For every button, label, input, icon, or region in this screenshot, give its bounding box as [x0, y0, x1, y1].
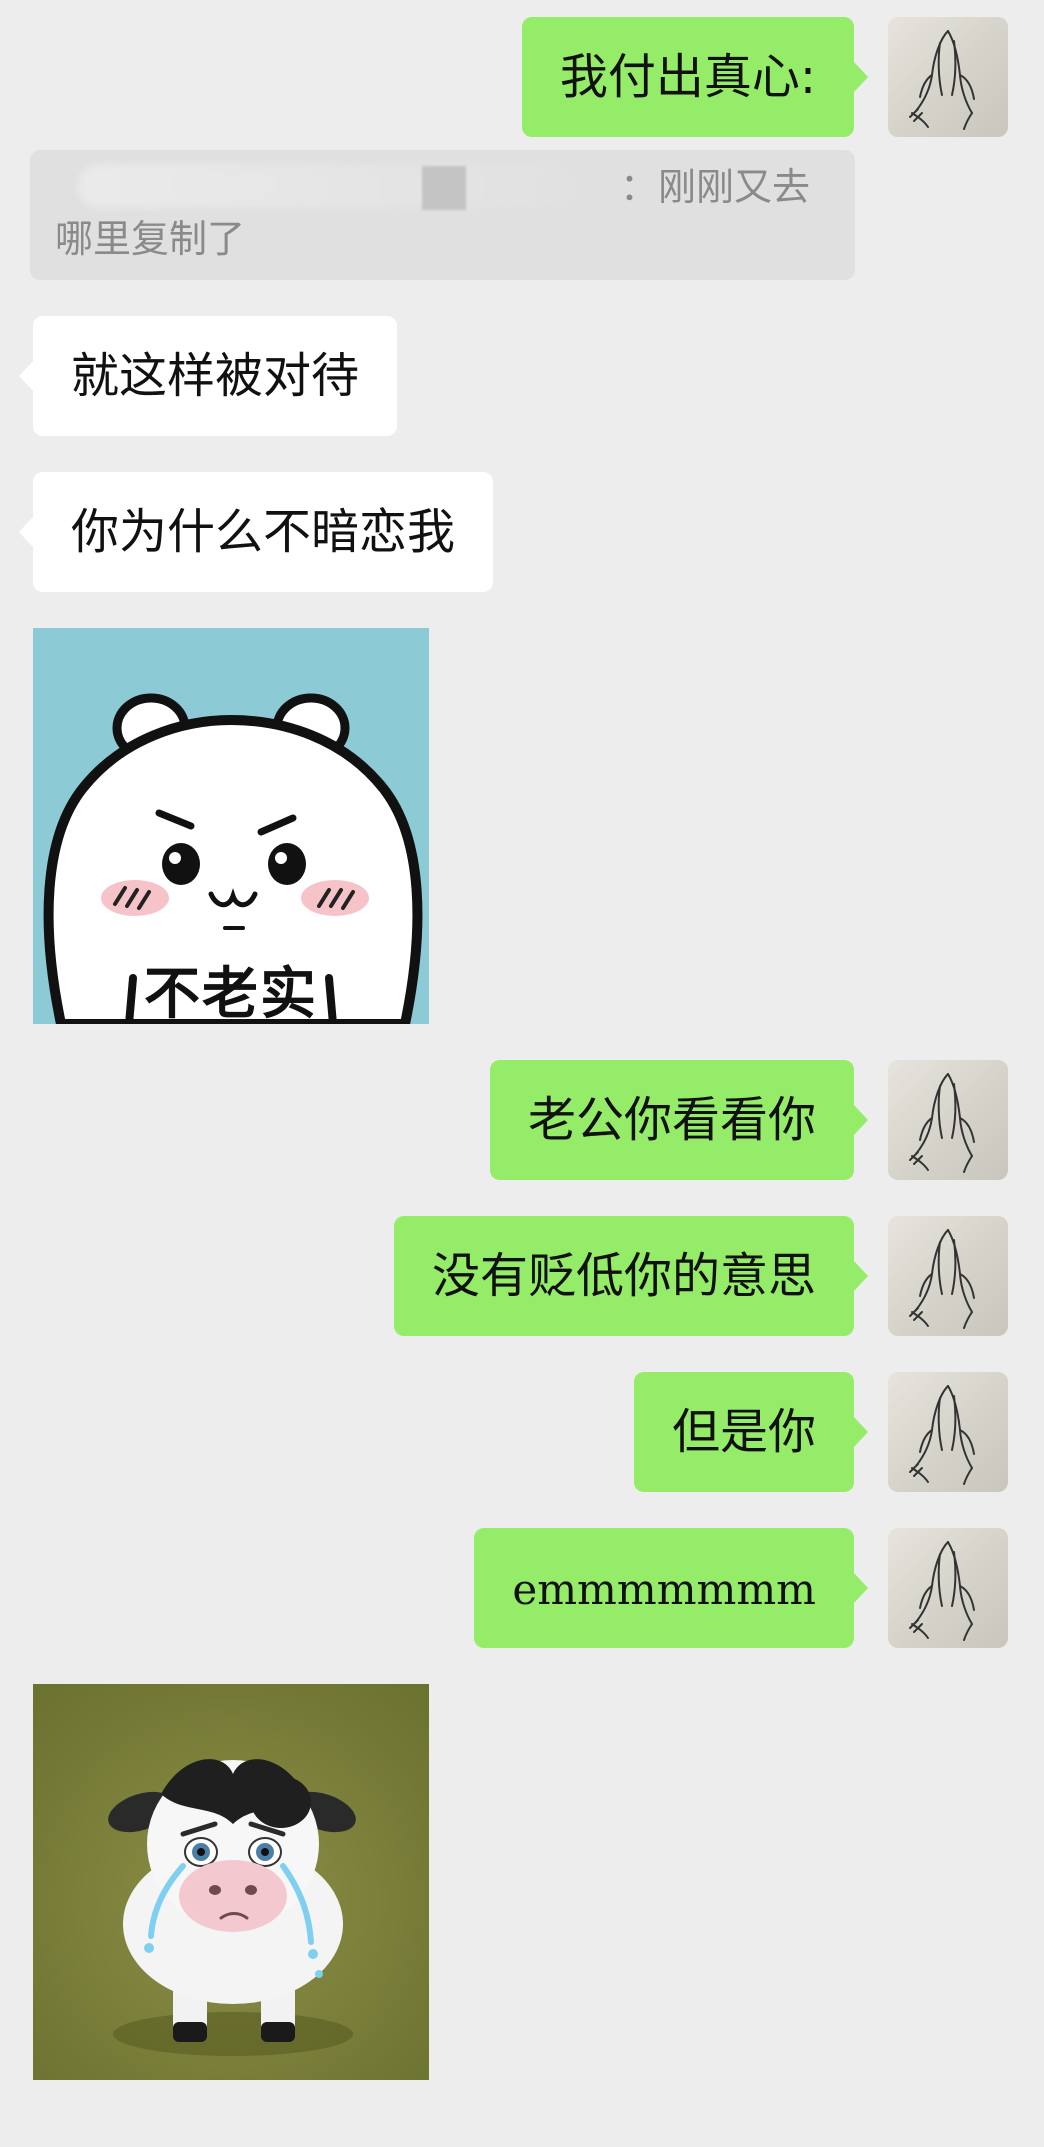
user-avatar[interactable] — [888, 1528, 1008, 1648]
message-text: 老公你看看你 — [527, 1092, 816, 1148]
redacted-name — [78, 164, 578, 208]
outgoing-message-bubble[interactable]: 没有贬低你的意思 — [393, 1216, 869, 1336]
praying-hands-icon — [909, 1541, 975, 1641]
message-text: 但是你 — [671, 1404, 816, 1460]
message-text: 我付出真心: — [559, 49, 816, 105]
quote-text-line2: 哪里复制了 — [55, 217, 246, 261]
outgoing-message-bubble[interactable]: emmmmmmm — [474, 1528, 868, 1648]
praying-hands-icon — [909, 1385, 975, 1485]
quote-text-line1: ：刚刚又去 — [619, 165, 810, 209]
sticker-bear[interactable]: 不老实 — [33, 628, 429, 1024]
sticker-crying-cow[interactable] — [33, 1684, 429, 2080]
message-text: 你为什么不暗恋我 — [71, 504, 456, 560]
message-text: 就这样被对待 — [71, 348, 360, 404]
quoted-message[interactable]: ：刚刚又去 哪里复制了 — [30, 150, 855, 280]
praying-hands-icon — [909, 1229, 975, 1329]
praying-hands-icon — [909, 1073, 975, 1173]
incoming-message-bubble[interactable]: 就这样被对待 — [18, 316, 398, 436]
message-text: emmmmmmm — [512, 1565, 816, 1614]
outgoing-message-bubble[interactable]: 但是你 — [633, 1372, 869, 1492]
incoming-message-bubble[interactable]: 你为什么不暗恋我 — [18, 472, 494, 592]
outgoing-message-bubble[interactable]: 老公你看看你 — [489, 1060, 869, 1180]
user-avatar[interactable] — [888, 1216, 1008, 1336]
crying-cow-sticker-image — [33, 1684, 429, 2080]
sticker-caption: 不老实 — [144, 962, 318, 1024]
user-avatar[interactable] — [888, 17, 1008, 137]
user-avatar[interactable] — [888, 1060, 1008, 1180]
praying-hands-icon — [909, 30, 975, 130]
message-text: 没有贬低你的意思 — [431, 1248, 816, 1304]
user-avatar[interactable] — [888, 1372, 1008, 1492]
outgoing-message-bubble[interactable]: 我付出真心: — [521, 17, 869, 137]
redacted-avatar — [422, 166, 466, 210]
